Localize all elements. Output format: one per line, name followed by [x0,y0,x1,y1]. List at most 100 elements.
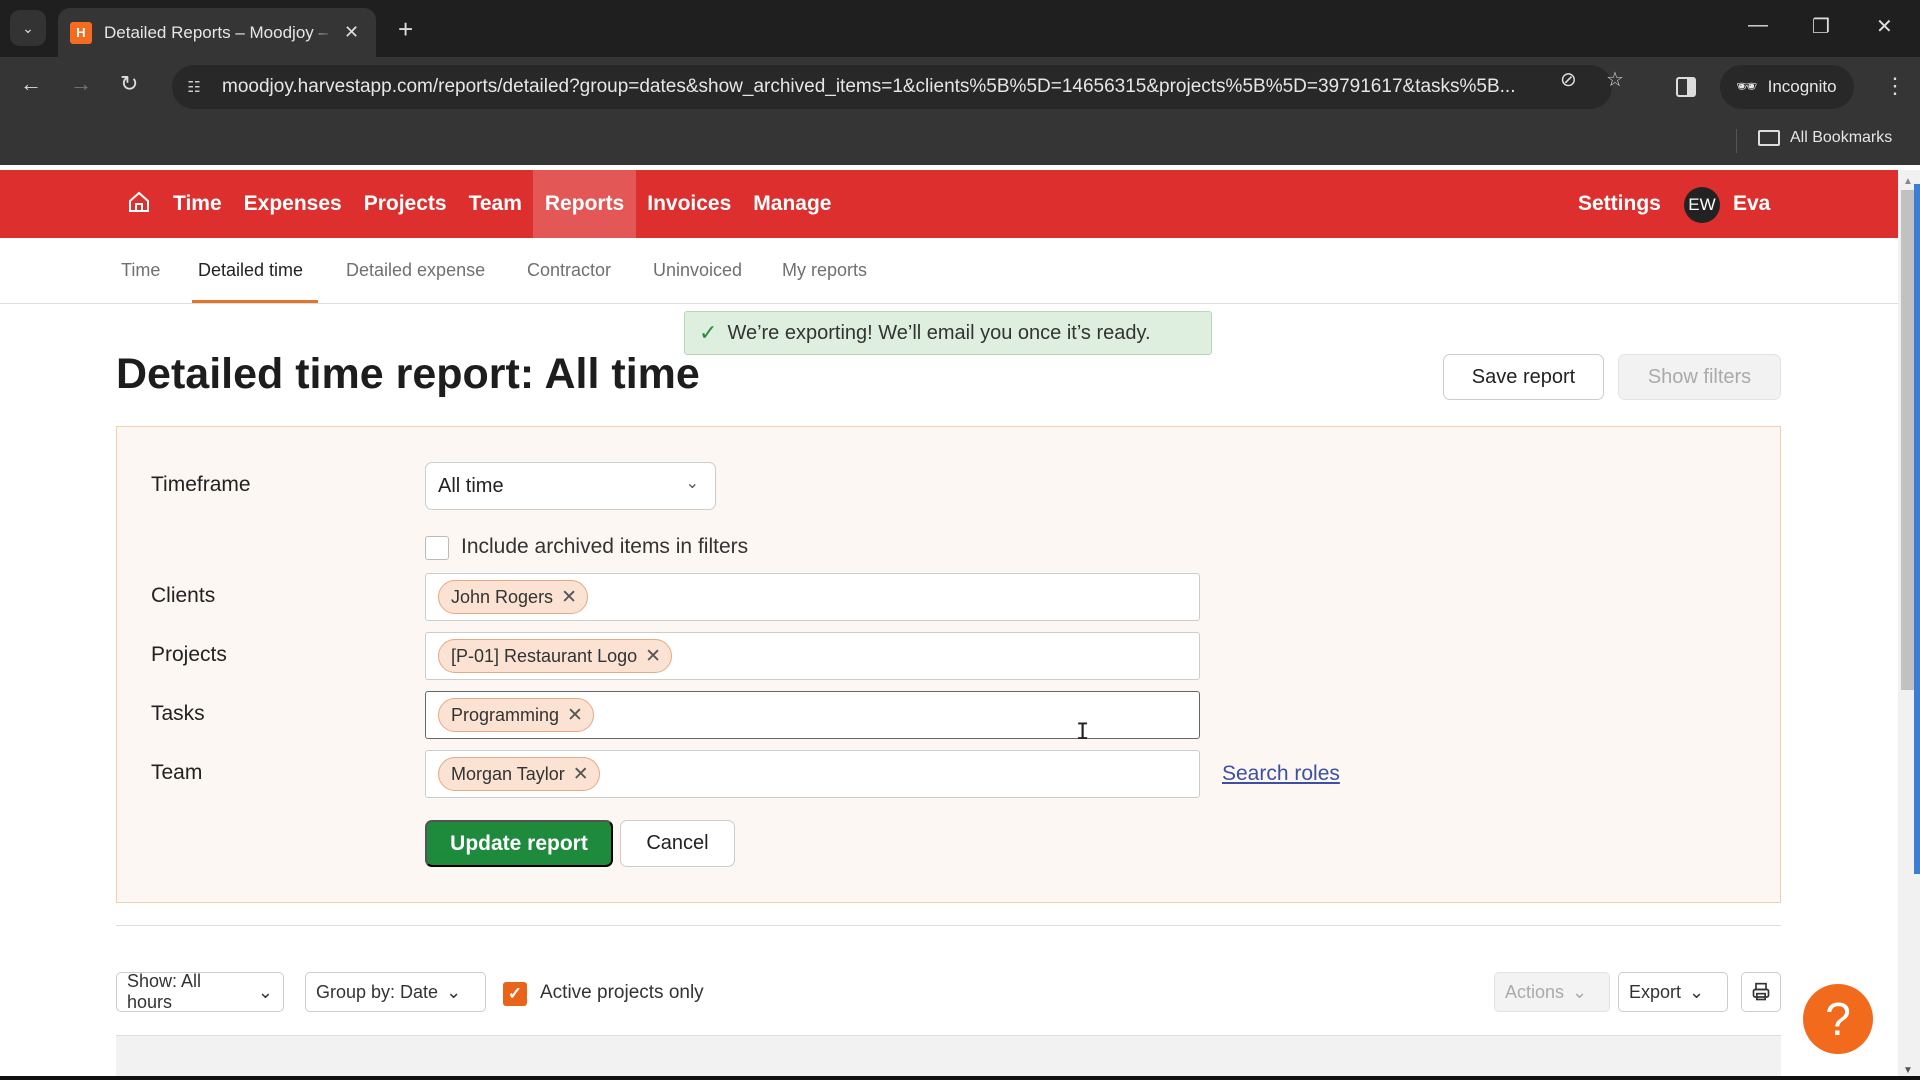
folder-icon [1758,130,1780,146]
nav-time[interactable]: Time [162,170,233,238]
incognito-label: Incognito [1767,77,1837,96]
nav-manage[interactable]: Manage [742,170,842,238]
clients-label: Clients [151,584,216,607]
nav-reports[interactable]: Reports [532,170,637,238]
bookmark-star-icon[interactable]: ☆ [1606,67,1624,92]
subnav-contractor[interactable]: Contractor [527,260,611,281]
incognito-icon: 🕶 [1736,77,1758,96]
subnav-detailed-expense[interactable]: Detailed expense [346,260,485,281]
group-by-label: Group by: Date [316,981,439,1002]
remove-chip-icon[interactable]: ✕ [567,704,583,727]
task-chip: Programming ✕ [438,698,594,732]
flash-text: We’re exporting! We’ll email you once it… [727,321,1151,344]
remove-chip-icon[interactable]: ✕ [573,763,589,786]
address-bar[interactable]: ☷ moodjoy.harvestapp.com/reports/detaile… [172,65,1612,109]
user-avatar[interactable]: EW [1684,187,1720,223]
team-label: Team [151,761,203,784]
show-filters-button[interactable]: Show filters [1618,354,1781,400]
checkmark-icon: ✓ [699,320,718,345]
browser-menu-icon[interactable]: ⋮ [1884,73,1906,99]
team-input[interactable]: Morgan Taylor ✕ [425,750,1200,798]
export-flash-message: ✓ We’re exporting! We’ll email you once … [684,311,1212,355]
incognito-badge[interactable]: 🕶 Incognito [1720,65,1854,109]
tasks-label: Tasks [151,702,205,725]
reports-subnav: Time Detailed time Detailed expense Cont… [0,238,1898,304]
active-projects-checkbox[interactable]: ✓ [503,982,527,1006]
back-icon[interactable]: ← [20,71,42,97]
subnav-my-reports[interactable]: My reports [782,260,867,281]
scroll-up-icon[interactable]: ▲ [1903,176,1913,187]
printer-icon [1752,982,1770,1001]
chevron-down-icon: ⌄ [257,981,273,1002]
include-archived-label: Include archived items in filters [461,535,749,558]
client-chip: John Rogers ✕ [438,580,588,614]
reload-icon[interactable]: ↻ [120,71,138,97]
active-projects-label: Active projects only [540,982,704,1003]
screen-edge-highlight [1914,184,1920,874]
actions-label: Actions [1505,981,1565,1002]
remove-chip-icon[interactable]: ✕ [561,586,577,609]
all-bookmarks-button[interactable]: All Bookmarks [1758,129,1892,147]
timeframe-select[interactable]: All time ⌄ [425,462,716,510]
restore-icon[interactable]: ❐ [1812,14,1830,39]
cancel-button[interactable]: Cancel [620,820,735,867]
scroll-down-icon[interactable]: ▼ [1903,1065,1913,1076]
bookmarks-separator [1736,129,1737,153]
browser-tab[interactable]: H Detailed Reports – Moodjoy – Harvest ✕ [58,8,376,57]
nav-projects[interactable]: Projects [353,170,458,238]
scroll-thumb[interactable] [1901,190,1915,690]
section-divider [116,925,1781,926]
chip-label: [P-01] Restaurant Logo [451,645,638,666]
remove-chip-icon[interactable]: ✕ [645,645,661,668]
page-title: Detailed time report: All time [116,350,700,398]
print-button[interactable] [1741,972,1781,1012]
settings-link[interactable]: Settings [1578,170,1661,238]
main-nav-items: Time Expenses Projects Team Reports Invoices M… [162,170,842,238]
subnav-uninvoiced[interactable]: Uninvoiced [653,260,742,281]
forward-icon[interactable]: → [70,71,92,97]
nav-expenses[interactable]: Expenses [233,170,353,238]
clients-input[interactable]: John Rogers ✕ [425,573,1200,621]
window-close-icon[interactable]: ✕ [1876,14,1893,39]
actions-dropdown[interactable]: Actions ⌄ [1494,972,1610,1012]
help-button[interactable]: ? [1803,984,1873,1054]
browser-tab-strip: ⌄ H Detailed Reports – Moodjoy – Harvest… [0,0,1920,57]
nav-invoices[interactable]: Invoices [636,170,742,238]
search-roles-link[interactable]: Search roles [1222,762,1340,786]
bookmarks-bar: All Bookmarks [0,117,1920,165]
chip-label: Programming [451,704,560,725]
report-table-header [116,1035,1781,1080]
user-name-link[interactable]: Eva [1733,170,1770,238]
subnav-detailed-time[interactable]: Detailed time [198,260,303,281]
side-panel-icon[interactable] [1676,77,1696,97]
timeframe-value: All time [438,474,504,497]
url-text[interactable]: moodjoy.harvestapp.com/reports/detailed?… [222,76,1562,98]
all-bookmarks-label: All Bookmarks [1790,129,1893,146]
project-chip: [P-01] Restaurant Logo ✕ [438,639,673,673]
tab-close-icon[interactable]: ✕ [344,22,359,43]
group-by-dropdown[interactable]: Group by: Date ⌄ [305,972,486,1012]
projects-input[interactable]: [P-01] Restaurant Logo ✕ [425,632,1200,680]
save-report-button[interactable]: Save report [1443,354,1604,400]
update-report-button[interactable]: Update report [425,820,613,867]
site-info-icon[interactable]: ☷ [176,69,212,105]
chevron-down-icon: ⌄ [685,475,699,492]
tab-title: Detailed Reports – Moodjoy – Harvest [104,22,334,42]
export-dropdown[interactable]: Export ⌄ [1618,972,1728,1012]
include-archived-checkbox[interactable] [425,536,449,560]
chevron-down-icon: ⌄ [446,981,462,1002]
minimize-icon[interactable]: — [1748,14,1768,37]
tab-search-button[interactable]: ⌄ [10,10,46,46]
home-icon[interactable] [127,190,151,214]
tracking-protection-eye-icon[interactable]: ⊘ [1560,67,1577,92]
show-hours-dropdown[interactable]: Show: All hours ⌄ [116,971,284,1012]
chevron-down-icon: ⌄ [1572,981,1588,1002]
timeframe-label: Timeframe [151,473,251,496]
subnav-time[interactable]: Time [121,260,160,281]
screen-bottom-edge [0,1076,1920,1080]
chevron-down-icon: ⌄ [1689,981,1705,1002]
show-hours-label: Show: All hours [127,971,202,1012]
new-tab-icon[interactable]: + [398,14,413,45]
nav-team[interactable]: Team [458,170,533,238]
team-chip: Morgan Taylor ✕ [438,757,600,791]
